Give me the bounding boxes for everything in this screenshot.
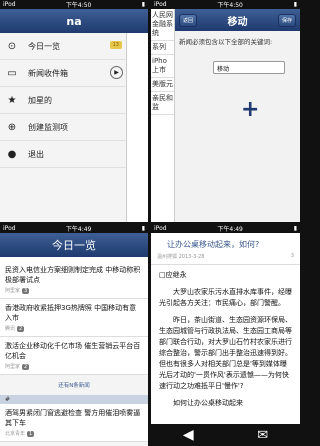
article-paragraph: 大罗山农家乐污水直排水库事件，经曝光引起各方关注：市民痛心，部门警醒。: [159, 288, 292, 307]
menu-item-label: 加星的: [28, 95, 52, 105]
status-time: 下午4:49: [217, 226, 243, 233]
author-text: □应继永: [159, 271, 187, 279]
keyword-nav-bar: 返回 移动 保存: [175, 9, 300, 31]
menu-item-today[interactable]: ⊙ 今日一览 13: [0, 33, 126, 60]
peek-text: iPho上市: [151, 55, 174, 78]
article-date: 2013-3-28: [178, 254, 205, 260]
section-header: #: [0, 395, 148, 404]
menu-item-label: 退出: [28, 149, 44, 159]
menu-item-label: 创建监测项: [28, 122, 68, 132]
status-bar: iPod 下午4:49 ▮: [0, 224, 148, 233]
mail-icon[interactable]: ✉: [257, 428, 268, 443]
status-time: 下午4:50: [217, 2, 243, 9]
today-screen: iPod 下午4:49 ▮ 今日一览 民资入电信业方案细则制定完成 中移动称积极…: [0, 224, 148, 446]
status-bar: iPod 下午4:50 ▮: [0, 0, 148, 9]
status-time: 下午4:49: [65, 226, 92, 233]
menu-item-create-monitor[interactable]: ⊕ 创建监测项: [0, 114, 126, 141]
today-title-bar: 今日一览: [0, 233, 148, 257]
news-count: 2: [22, 363, 30, 370]
news-source: 阿里家: [5, 364, 21, 370]
article-count: 3: [290, 253, 294, 259]
menu-screen: iPod 下午4:50 ▮ na ⊙ 今日一览 13 ▭ 新闻收件箱 ▶ ★ 加…: [0, 0, 148, 222]
keyword-hint: 新闻必须包含以下全部的关键词:: [179, 38, 273, 46]
keyword-title: 移动: [227, 16, 248, 28]
menu-item-inbox[interactable]: ▭ 新闻收件箱 ▶: [0, 60, 126, 87]
article-paragraph: 如何让办公桌移动起来: [173, 399, 243, 407]
status-time: 下午4:50: [65, 2, 92, 9]
article-body: □应继永 大罗山农家乐污水直排水库事件，经曝光引起各方关注：市民痛心，部门警醒。…: [151, 265, 300, 420]
status-bar: iPod 下午4:49 ▮: [151, 224, 300, 233]
keyword-screen: iPod 下午4:50 ▮ 人民网金融系统 系列 iPho上市 美版元 亲民和监…: [151, 0, 300, 222]
news-title: 香港政府收紧抵押3G热牌照 中国移动有意入市: [5, 304, 137, 322]
news-title: 酒驾男紧闭门窗逃避检查 警方用催泪喷雾逼其下车: [5, 409, 141, 427]
list-item[interactable]: 香港政府收紧抵押3G热牌照 中国移动有意入市 腾讯 2: [0, 299, 148, 337]
peek-text: 人民网金融系统: [151, 9, 174, 41]
news-source: 阿里家: [5, 288, 21, 294]
article-title: 让办公桌移动起来，如何?: [167, 240, 260, 249]
carrier-label: iPod: [154, 225, 167, 232]
today-title: 今日一览: [52, 239, 96, 252]
list-item[interactable]: 民资入电信业方案细则制定完成 中移动称积极部署试点 阿里家 3: [0, 261, 148, 299]
play-icon[interactable]: ▶: [110, 66, 123, 79]
peek-text: 亲民和监: [151, 92, 174, 115]
user-icon: ●: [7, 148, 17, 160]
news-count: 3: [22, 287, 30, 294]
back-button[interactable]: 返回: [179, 13, 198, 27]
menu-title: na: [66, 14, 82, 28]
carrier-label: iPod: [3, 225, 16, 232]
clock-icon: ⊙: [7, 40, 17, 52]
bottom-toolbar: ◀ ✉: [151, 424, 300, 446]
news-title: 激活企业移动化千亿市场 催生营销云平台百亿机会: [5, 342, 141, 360]
count-badge: 13: [109, 41, 122, 49]
menu-item-label: 新闻收件箱: [28, 68, 68, 78]
news-title: 民资入电信业方案细则制定完成 中移动称积极部署试点: [5, 266, 141, 284]
save-button[interactable]: 保存: [277, 13, 296, 27]
article-author: □应继永: [159, 270, 292, 281]
more-news-link[interactable]: 还有N条新闻: [0, 375, 148, 395]
article-header: 让办公桌移动起来，如何? 温州搜狐 2013-3-28 3: [151, 233, 300, 265]
inbox-icon: ▭: [7, 67, 17, 79]
content-peek[interactable]: [126, 33, 148, 222]
status-bar: iPod 下午4:50 ▮: [151, 0, 300, 9]
article-screen: iPod 下午4:49 ▮ 让办公桌移动起来，如何? 温州搜狐 2013-3-2…: [151, 224, 300, 446]
news-source: 北京青年: [5, 431, 26, 437]
article-source: 温州搜狐: [157, 254, 178, 260]
peek-text: 系列: [151, 41, 174, 55]
news-count: 2: [17, 325, 25, 332]
keyword-input[interactable]: 移动: [213, 61, 285, 74]
add-keyword-icon[interactable]: +: [241, 97, 259, 122]
carrier-label: iPod: [154, 1, 167, 8]
list-item[interactable]: 激活企业移动化千亿市场 催生营销云平台百亿机会 阿里家 2: [0, 337, 148, 375]
article-paragraph: 昨日，茶山街道、生态园资源环保局、生态园城管与行政执法局、生态园工商局等部门联合…: [159, 316, 292, 390]
side-menu: ⊙ 今日一览 13 ▭ 新闻收件箱 ▶ ★ 加星的 ⊕ 创建监测项 ● 退出: [0, 33, 126, 222]
keyword-sheet: 返回 移动 保存 新闻必须包含以下全部的关键词: 移动 +: [175, 9, 300, 222]
carrier-label: iPod: [3, 1, 16, 8]
list-item[interactable]: 酒驾男紧闭门窗逃避检查 警方用催泪喷雾逼其下车 北京青年 1: [0, 404, 148, 442]
menu-item-starred[interactable]: ★ 加星的: [0, 87, 126, 114]
plus-icon: ⊕: [7, 121, 17, 133]
back-arrow-icon[interactable]: ◀: [183, 427, 194, 443]
menu-item-logout[interactable]: ● 退出: [0, 141, 126, 168]
peek-text: 美版元: [151, 78, 174, 92]
list-peek[interactable]: 人民网金融系统 系列 iPho上市 美版元 亲民和监: [151, 9, 175, 222]
menu-title-bar: na: [0, 9, 148, 33]
star-icon: ★: [7, 94, 17, 106]
news-source: 腾讯: [5, 326, 16, 332]
news-count: 1: [27, 430, 35, 437]
menu-item-label: 今日一览: [28, 41, 60, 51]
